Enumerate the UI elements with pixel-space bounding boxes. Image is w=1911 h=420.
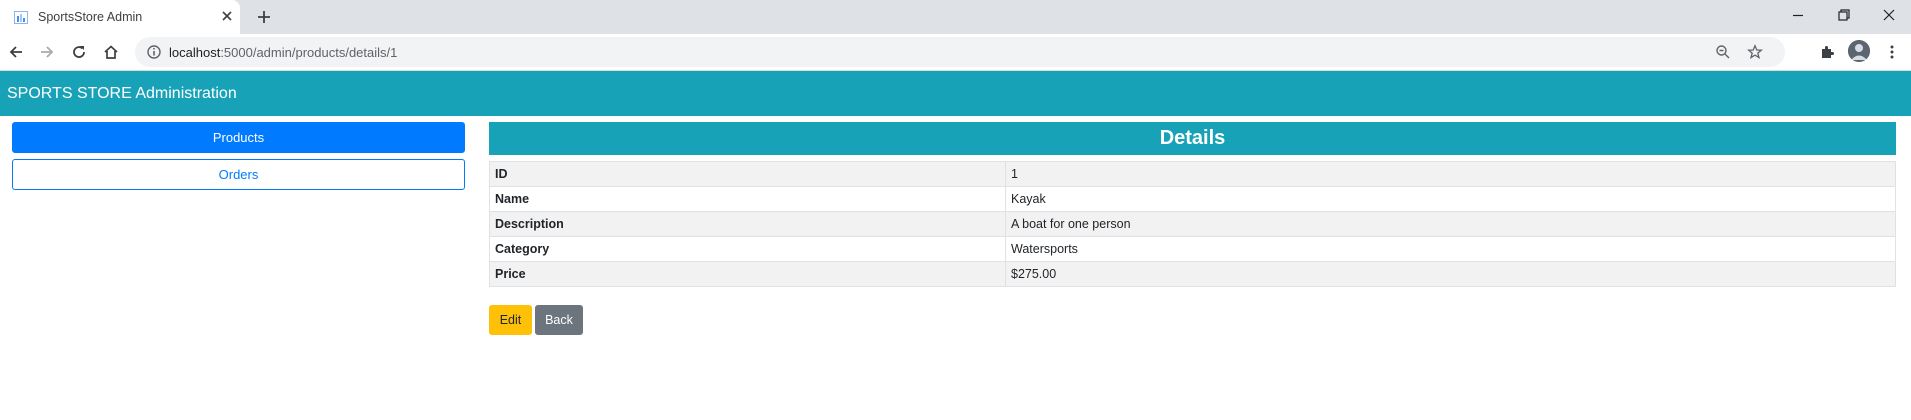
row-value: 1 (1005, 161, 1896, 187)
url-host: localhost (169, 45, 221, 60)
details-heading: Details (489, 122, 1896, 155)
zoom-icon[interactable] (1715, 44, 1731, 60)
products-button[interactable]: Products (12, 122, 465, 153)
orders-button[interactable]: Orders (12, 159, 465, 190)
row-value: $275.00 (1005, 261, 1896, 287)
row-label: Description (489, 211, 1006, 237)
table-row: Description A boat for one person (489, 211, 1896, 237)
avatar-image (1848, 40, 1870, 62)
table-row: Price $275.00 (489, 261, 1896, 287)
table-row: Category Watersports (489, 236, 1896, 262)
bookmark-star-icon[interactable] (1747, 44, 1763, 60)
url-text: localhost:5000/admin/products/details/1 (169, 45, 397, 60)
details-table: ID 1 Name Kayak Description A boat for o… (489, 161, 1896, 287)
edit-button[interactable]: Edit (489, 305, 532, 335)
restore-icon[interactable] (1836, 7, 1852, 23)
home-icon[interactable] (102, 43, 120, 61)
browser-tabstrip: SportsStore Admin (0, 0, 1911, 34)
row-value: Watersports (1005, 236, 1896, 262)
row-label: Category (489, 236, 1006, 262)
address-bar[interactable]: localhost:5000/admin/products/details/1 (135, 37, 1785, 67)
reload-icon[interactable] (70, 43, 88, 61)
tab-title: SportsStore Admin (38, 10, 143, 24)
row-label: Price (489, 261, 1006, 287)
site-info-icon[interactable] (146, 44, 162, 60)
table-row: ID 1 (489, 161, 1896, 187)
row-value: A boat for one person (1005, 211, 1896, 237)
close-window-icon[interactable] (1881, 7, 1897, 23)
admin-navbar: SPORTS STORE Administration (0, 71, 1911, 116)
navbar-brand: SPORTS STORE Administration (7, 85, 237, 102)
row-label: Name (489, 186, 1006, 212)
row-value: Kayak (1005, 186, 1896, 212)
row-label: ID (489, 161, 1006, 187)
back-icon[interactable] (7, 43, 25, 61)
forward-icon[interactable] (38, 43, 56, 61)
extensions-icon[interactable] (1818, 43, 1836, 61)
browser-tab[interactable]: SportsStore Admin (0, 0, 240, 34)
browser-toolbar: localhost:5000/admin/products/details/1 (0, 34, 1911, 71)
favicon-icon (14, 11, 28, 24)
close-tab-icon[interactable] (219, 8, 235, 24)
menu-icon[interactable] (1883, 43, 1901, 61)
url-path: :5000/admin/products/details/1 (220, 45, 398, 60)
profile-avatar[interactable] (1848, 40, 1870, 62)
table-row: Name Kayak (489, 186, 1896, 212)
back-button[interactable]: Back (535, 305, 583, 335)
minimize-icon[interactable] (1790, 7, 1806, 23)
new-tab-icon[interactable] (255, 8, 273, 26)
